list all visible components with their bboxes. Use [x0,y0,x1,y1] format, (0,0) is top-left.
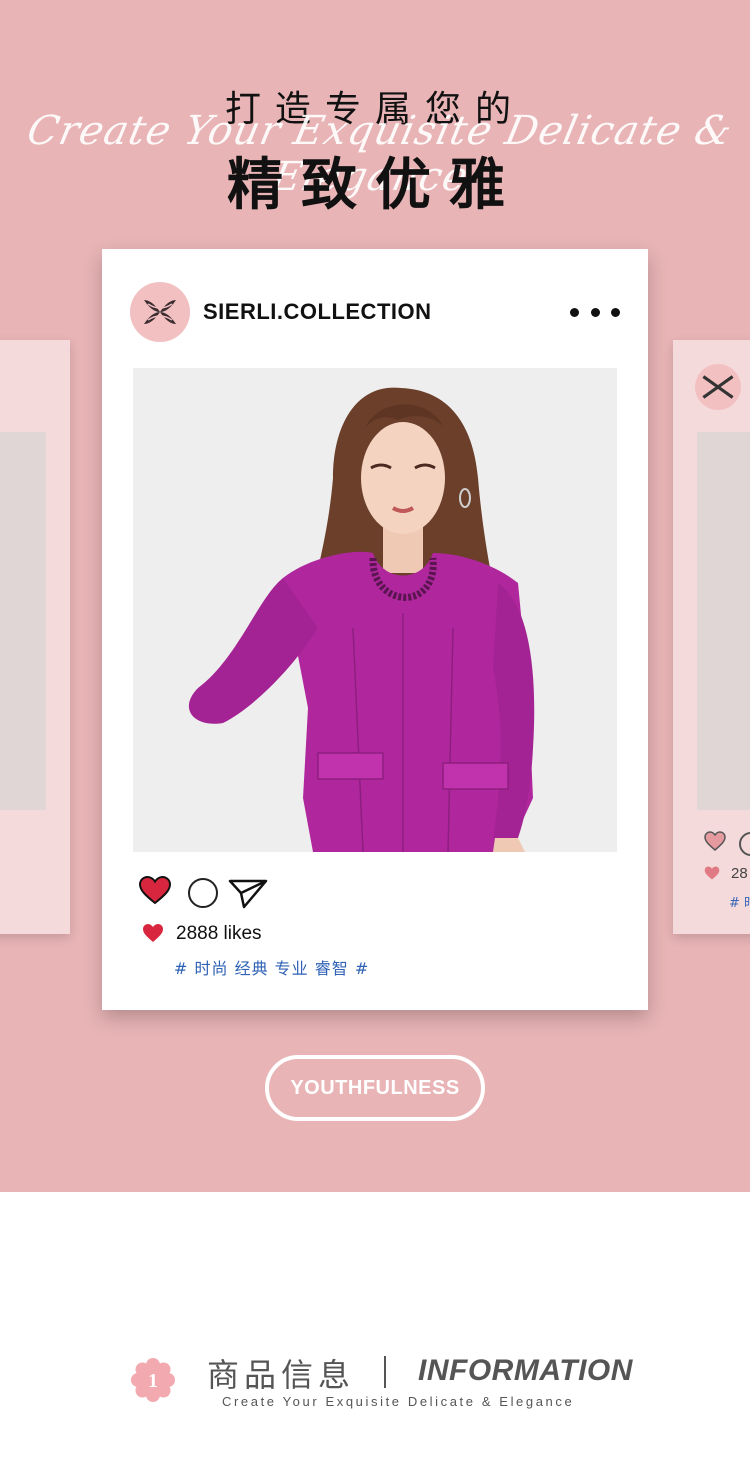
side-post-image [0,432,46,810]
model-in-magenta-dress-image [133,368,617,852]
side-post-card-right[interactable]: 28 # 时 [673,340,750,934]
info-subtitle: Create Your Exquisite Delicate & Eleganc… [222,1394,575,1409]
title-divider [384,1356,386,1388]
post-hashtags[interactable]: # 时尚 经典 专业 睿智 # [174,955,369,979]
side-post-card-left[interactable] [0,340,70,934]
side-heart-outline-icon [704,831,726,851]
likes-heart-icon [143,924,163,942]
dot-icon [611,307,620,317]
account-name[interactable]: SIERLI.COLLECTION [203,299,432,325]
info-title-cn: 商品信息 [207,1356,356,1394]
youthfulness-button[interactable]: YOUTHFULNESS [265,1055,485,1121]
send-icon[interactable] [228,877,268,909]
side-brand-logo-icon [695,364,741,410]
side-heart-icon [704,866,720,880]
brand-logo-icon [144,300,176,324]
number-badge-icon: 1 [131,1358,175,1402]
info-title-en: INFORMATION [418,1354,633,1387]
dot-icon [590,307,600,317]
side-likes-text: 28 [731,865,748,882]
comment-icon[interactable] [188,878,218,908]
brand-avatar[interactable] [130,282,190,342]
post-card: SIERLI.COLLECTION 2888 likes # 时尚 经典 专业 … [102,249,648,1010]
side-post-image [697,432,750,810]
likes-count[interactable]: 2888 likes [176,923,262,945]
side-hashtags: # 时 [729,896,750,911]
post-photo[interactable] [133,368,617,852]
more-dots-icon[interactable] [570,301,620,323]
like-heart-icon[interactable] [138,875,172,906]
hero-banner: 打造专属您的 Create Your Exquisite Delicate & … [0,0,750,1192]
headline-main: 精致优雅 [227,153,523,218]
side-comment-icon [739,832,750,856]
dot-icon [570,307,579,317]
badge-number: 1 [148,1370,158,1392]
